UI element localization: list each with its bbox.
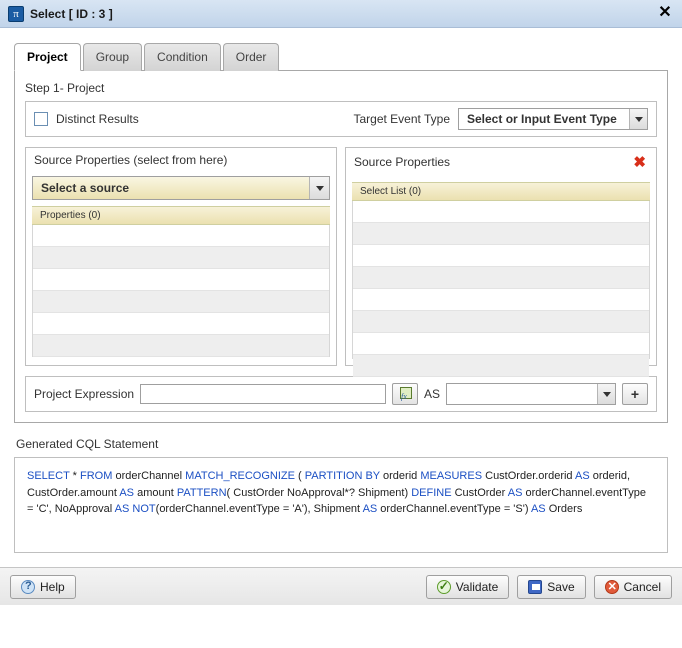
as-label: AS [424,387,440,401]
distinct-checkbox[interactable] [34,112,48,126]
target-event-type-select[interactable]: Select or Input Event Type [458,108,648,130]
tabstrip: Project Group Condition Order [14,42,668,70]
table-row[interactable] [33,335,329,357]
project-expression-row: Project Expression AS + [25,376,657,412]
table-row[interactable] [353,355,649,377]
source-select[interactable]: Select a source [32,176,330,200]
validate-button-label: Validate [456,580,498,594]
remove-icon[interactable]: ✖ [631,153,648,171]
project-expression-label: Project Expression [34,387,134,401]
table-row[interactable] [33,291,329,313]
table-row[interactable] [353,311,649,333]
step-label: Step 1- Project [25,81,657,95]
target-event-type-label: Target Event Type [353,112,450,126]
table-row[interactable] [33,247,329,269]
table-row[interactable] [353,201,649,223]
save-button[interactable]: Save [517,575,585,599]
window-title: Select [ ID : 3 ] [30,7,113,21]
chevron-down-icon [629,109,647,129]
table-row[interactable] [353,223,649,245]
tab-condition[interactable]: Condition [144,43,221,71]
select-list-grid[interactable] [352,201,650,359]
distinct-label: Distinct Results [56,112,139,126]
tab-content-project: Step 1- Project Distinct Results Target … [14,70,668,423]
table-row[interactable] [33,225,329,247]
check-icon [437,580,451,594]
dialog-button-bar: Help Validate Save Cancel [0,567,682,605]
table-row[interactable] [353,267,649,289]
select-list-title: Source Properties [354,155,450,169]
help-button[interactable]: Help [10,575,76,599]
table-row[interactable] [353,333,649,355]
target-event-type-value: Select or Input Event Type [459,112,629,126]
help-button-label: Help [40,580,65,594]
as-select[interactable] [446,383,616,405]
cancel-icon [605,580,619,594]
table-row[interactable] [353,289,649,311]
source-properties-panel: Source Properties (select from here) Sel… [25,147,337,366]
cancel-button[interactable]: Cancel [594,575,672,599]
save-icon [528,580,542,594]
add-button[interactable]: + [622,383,648,405]
table-row[interactable] [33,313,329,335]
chevron-down-icon [597,384,615,404]
source-properties-title: Source Properties (select from here) [26,148,336,172]
select-list-panel: Source Properties ✖ Select List (0) [345,147,657,366]
project-expression-input[interactable] [140,384,386,404]
select-list-grid-header: Select List (0) [352,182,650,201]
window-titlebar: π Select [ ID : 3 ] ✕ [0,0,682,28]
validate-button[interactable]: Validate [426,575,509,599]
save-button-label: Save [547,580,574,594]
expression-builder-button[interactable] [392,383,418,405]
pi-icon: π [8,6,24,22]
source-select-text: Select a source [33,181,309,195]
generated-cql-label: Generated CQL Statement [16,437,668,451]
cancel-button-label: Cancel [624,580,661,594]
table-row[interactable] [33,269,329,291]
chevron-down-icon [309,177,329,199]
help-icon [21,580,35,594]
close-icon[interactable]: ✕ [656,4,674,22]
tab-group[interactable]: Group [83,43,142,71]
table-row[interactable] [353,245,649,267]
properties-grid[interactable] [32,225,330,357]
tab-project[interactable]: Project [14,43,81,71]
tab-order[interactable]: Order [223,43,280,71]
project-options-row: Distinct Results Target Event Type Selec… [25,101,657,137]
expression-builder-icon [398,387,412,401]
generated-cql-text: SELECT * FROM orderChannel MATCH_RECOGNI… [14,457,668,553]
properties-grid-header: Properties (0) [32,206,330,225]
